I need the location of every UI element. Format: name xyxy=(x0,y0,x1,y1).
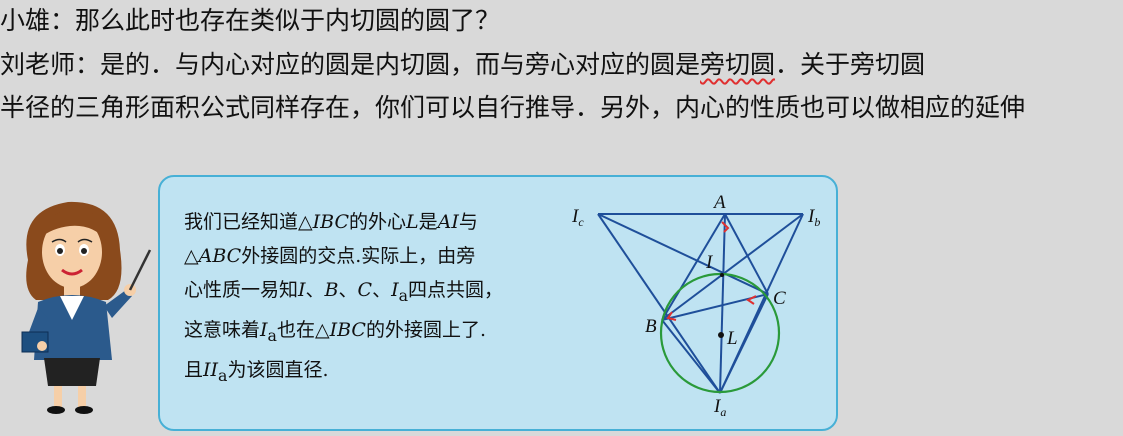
label-l: L xyxy=(726,328,738,349)
angle-mark-c xyxy=(746,295,757,305)
label-ia: Ia xyxy=(713,396,726,419)
line-ic-c xyxy=(597,213,769,295)
label-ib: Ib xyxy=(807,206,820,229)
center-dot-l xyxy=(718,332,724,338)
geometry-diagram: A I B C L Ic Ib Ia xyxy=(571,192,820,419)
line-a-b xyxy=(661,213,726,321)
line-b-ia xyxy=(661,319,721,394)
line-ic-ia xyxy=(597,213,721,394)
line-a-c xyxy=(724,213,769,295)
label-c: C xyxy=(773,288,786,309)
line-a-ia xyxy=(719,213,726,394)
label-b: B xyxy=(645,316,657,337)
incenter-dot-i xyxy=(720,273,724,277)
label-a: A xyxy=(712,192,726,213)
label-i: I xyxy=(705,252,714,273)
label-ic: Ic xyxy=(571,206,584,229)
